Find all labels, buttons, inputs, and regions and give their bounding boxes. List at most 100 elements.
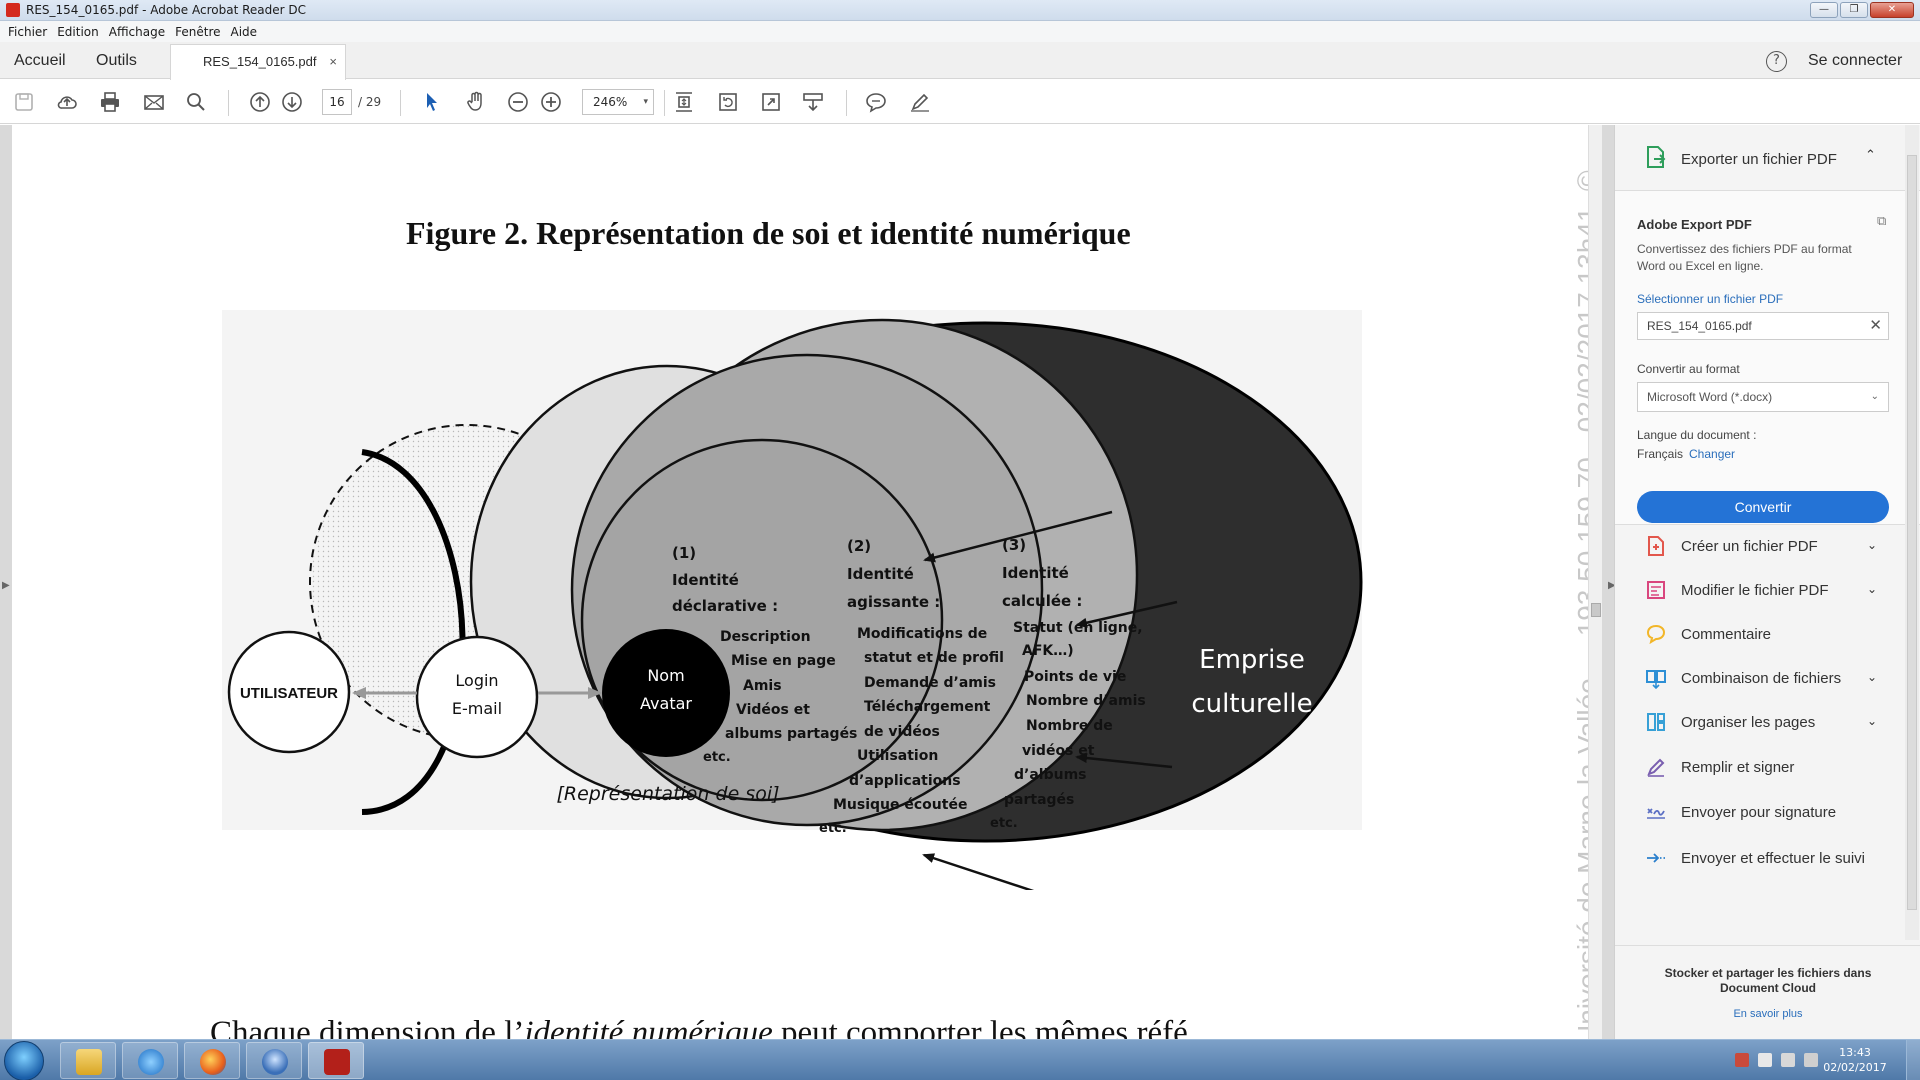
toolbar: 16 / 29 246% ▾ <box>0 80 1920 124</box>
panel-scroll-thumb[interactable] <box>1907 155 1917 910</box>
search-icon[interactable] <box>184 90 208 114</box>
sign-pen-icon[interactable] <box>908 90 932 114</box>
menu-edition[interactable]: Edition <box>55 25 107 39</box>
change-language-link[interactable]: Changer <box>1689 447 1735 461</box>
format-label: Convertir au format <box>1637 362 1740 376</box>
body-text-end: peut comporter les mêmes réfé <box>772 1015 1188 1039</box>
send-track-icon <box>1647 853 1665 863</box>
hand-icon[interactable] <box>464 90 488 114</box>
help-icon[interactable]: ? <box>1766 51 1787 72</box>
chevron-down-icon[interactable]: ⌄ <box>1867 538 1877 552</box>
zoom-in-icon[interactable] <box>539 90 563 114</box>
tray-network-icon[interactable] <box>1781 1053 1795 1067</box>
selected-file-name: RES_154_0165.pdf <box>1647 319 1752 333</box>
rotate-icon[interactable] <box>716 90 740 114</box>
save-icon[interactable] <box>12 90 36 114</box>
tool-edit-pdf[interactable]: Modifier le fichier PDF ⌄ <box>1615 569 1920 613</box>
clear-file-icon[interactable]: ✕ <box>1869 313 1882 339</box>
zoom-out-icon[interactable] <box>506 90 530 114</box>
comment-icon[interactable] <box>864 90 888 114</box>
col2-line: Téléchargement <box>864 699 991 715</box>
col3-line: Points de vie <box>1024 669 1126 685</box>
menu-bar: Fichier Edition Affichage Fenêtre Aide <box>0 21 1920 42</box>
format-value: Microsoft Word (*.docx) <box>1647 390 1773 404</box>
toolbar-separator <box>228 90 229 116</box>
document-scroll-thumb[interactable] <box>1591 603 1601 617</box>
tab-close-icon[interactable]: × <box>329 45 337 79</box>
panel-scrollbar[interactable] <box>1905 125 1919 940</box>
tool-label: Combinaison de fichiers <box>1681 670 1842 687</box>
menu-aide[interactable]: Aide <box>229 25 266 39</box>
selected-file-field[interactable]: RES_154_0165.pdf ✕ <box>1637 312 1889 340</box>
col1-line: etc. <box>703 750 731 765</box>
language-value: Français <box>1637 447 1684 461</box>
col1-line: Amis <box>743 678 782 694</box>
minimize-button[interactable]: — <box>1810 2 1838 18</box>
chevron-down-icon[interactable]: ⌄ <box>1867 714 1877 728</box>
edit-pdf-icon <box>1647 581 1665 599</box>
copy-icon[interactable]: ⧉ <box>1877 213 1886 229</box>
document-view[interactable]: ▶ Figure 2. Représentation de soi et ide… <box>0 125 1614 1039</box>
tool-send-signature[interactable]: Envoyer pour signature <box>1615 791 1920 835</box>
zoom-value: 246% <box>593 95 628 109</box>
body-text-italic: identité numérique <box>524 1015 773 1039</box>
taskbar-file-explorer[interactable] <box>60 1042 116 1079</box>
windows-taskbar: 13:43 02/02/2017 <box>0 1039 1920 1080</box>
left-panel-toggle-icon[interactable]: ▶ <box>2 580 10 591</box>
identity-diagram: UTILISATEUR Login E-mail Nom Avatar [Rep… <box>222 310 1363 890</box>
col2-line: d’applications <box>849 773 961 789</box>
tool-combine[interactable]: Combinaison de fichiers ⌄ <box>1615 657 1920 701</box>
tool-create-pdf[interactable]: Créer un fichier PDF ⌄ <box>1615 525 1920 569</box>
fit-page-icon[interactable] <box>672 90 696 114</box>
upload-icon[interactable] <box>55 90 79 114</box>
format-select[interactable]: Microsoft Word (*.docx) ⌄ <box>1637 382 1889 412</box>
tray-app-icon[interactable] <box>1735 1053 1749 1067</box>
full-screen-icon[interactable] <box>759 90 783 114</box>
toolbar-separator <box>400 90 401 116</box>
tab-document[interactable]: RES_154_0165.pdf × <box>170 44 346 80</box>
tray-shield-icon[interactable] <box>1758 1053 1772 1067</box>
menu-affichage[interactable]: Affichage <box>107 25 173 39</box>
export-pdf-header[interactable]: Exporter un fichier PDF ⌃ <box>1615 125 1920 191</box>
col2-line: statut et de profil <box>864 650 1004 666</box>
tool-label: Remplir et signer <box>1681 759 1795 776</box>
page-down-icon[interactable] <box>280 90 304 114</box>
tab-bar: Accueil Outils RES_154_0165.pdf × ? Se c… <box>0 42 1920 80</box>
menu-fichier[interactable]: Fichier <box>6 25 55 39</box>
select-arrow-icon[interactable] <box>420 90 444 114</box>
scroll-mode-icon[interactable] <box>801 90 825 114</box>
chevron-down-icon[interactable]: ⌄ <box>1867 582 1877 596</box>
taskbar-internet-explorer[interactable] <box>122 1042 178 1079</box>
chevron-up-icon[interactable]: ⌃ <box>1865 147 1876 163</box>
print-icon[interactable] <box>98 90 122 114</box>
taskbar-thunderbird[interactable] <box>246 1042 302 1079</box>
tool-fill-sign[interactable]: Remplir et signer <box>1615 746 1920 790</box>
chevron-down-icon[interactable]: ⌄ <box>1867 670 1877 684</box>
mail-icon[interactable] <box>142 90 166 114</box>
page-up-icon[interactable] <box>248 90 272 114</box>
convert-button[interactable]: Convertir <box>1637 491 1889 523</box>
create-pdf-icon <box>1648 536 1664 556</box>
show-desktop-button[interactable] <box>1906 1040 1920 1080</box>
tool-organize[interactable]: Organiser les pages ⌄ <box>1615 701 1920 745</box>
export-box-description: Convertissez des fichiers PDF au format … <box>1637 242 1852 273</box>
taskbar-firefox[interactable] <box>184 1042 240 1079</box>
tab-accueil[interactable]: Accueil <box>14 42 66 79</box>
page-number-input[interactable]: 16 <box>322 89 352 115</box>
close-window-button[interactable]: ✕ <box>1870 2 1914 18</box>
tool-send-track[interactable]: Envoyer et effectuer le suivi <box>1615 837 1920 881</box>
taskbar-clock[interactable]: 13:43 02/02/2017 <box>1820 1045 1890 1075</box>
learn-more-link[interactable]: En savoir plus <box>1635 1008 1901 1020</box>
start-button[interactable] <box>4 1041 44 1080</box>
zoom-select[interactable]: 246% ▾ <box>582 89 654 115</box>
tray-volume-icon[interactable] <box>1804 1053 1818 1067</box>
document-scrollbar[interactable] <box>1588 125 1602 1039</box>
select-file-link[interactable]: Sélectionner un fichier PDF <box>1637 292 1783 306</box>
menu-fenetre[interactable]: Fenêtre <box>173 25 228 39</box>
maximize-button[interactable]: ❐ <box>1840 2 1868 18</box>
tab-outils[interactable]: Outils <box>96 42 137 79</box>
taskbar-acrobat[interactable] <box>308 1042 364 1079</box>
tool-comment[interactable]: Commentaire <box>1615 613 1920 657</box>
sign-in-link[interactable]: Se connecter <box>1808 42 1902 79</box>
representation-label: [Représentation de soi] <box>556 783 779 805</box>
